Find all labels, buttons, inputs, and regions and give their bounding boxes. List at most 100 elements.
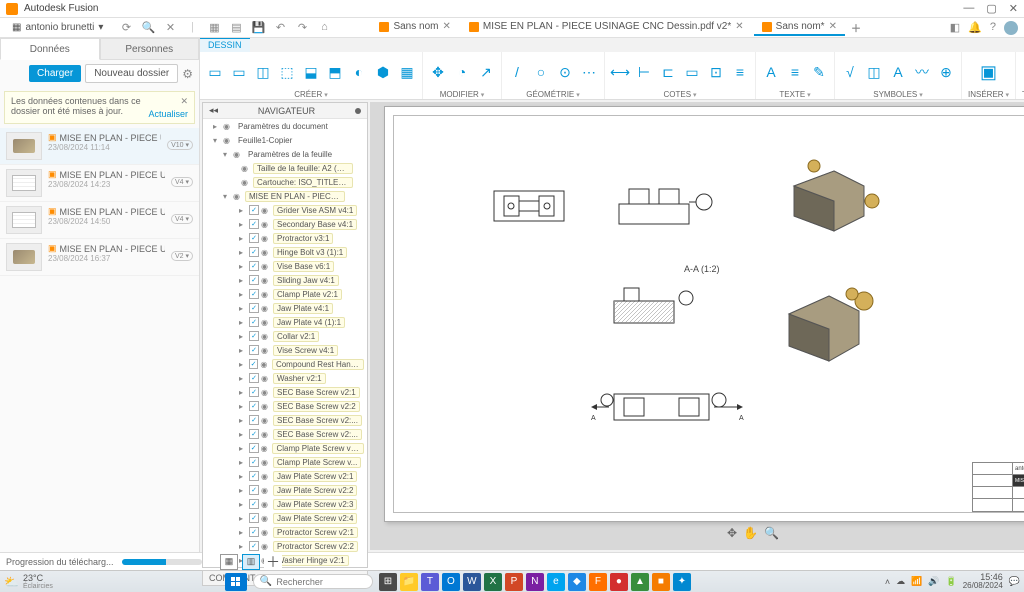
onenote-icon[interactable]: N [526,573,544,591]
close-icon[interactable]: ✕ [163,21,177,34]
visibility-checkbox[interactable]: ✓ [249,233,259,243]
ribbon-tool[interactable]: A [889,63,907,81]
app-icon[interactable]: ▲ [631,573,649,591]
expand-icon[interactable]: ▸ [239,500,247,509]
eye-icon[interactable]: ◉ [241,178,251,187]
eye-icon[interactable]: ◉ [261,276,271,285]
excel-icon[interactable]: X [484,573,502,591]
explorer-icon[interactable]: 📁 [400,573,418,591]
tree-node[interactable]: ▸✓◉SEC Base Screw v2:... [203,413,367,427]
ribbon-tool[interactable]: ○ [532,63,550,81]
tree-node[interactable]: ▾◉MISE EN PLAN - PIECE USINAGE CN... [203,189,367,203]
ribbon-tool[interactable]: ≡ [786,63,804,81]
ribbon-tool[interactable]: ≡ [731,63,749,81]
browser-tree[interactable]: ▸◉Paramètres du document▾◉Feuille1-Copie… [203,119,367,567]
tree-node[interactable]: ▸✓◉Jaw Plate Screw v2:2 [203,483,367,497]
tree-node[interactable]: ▸✓◉Clamp Plate Screw v... [203,455,367,469]
tree-node[interactable]: ▸✓◉Jaw Plate Screw v2:1 [203,469,367,483]
tree-node[interactable]: ▸✓◉Sliding Jaw v4:1 [203,273,367,287]
expand-icon[interactable]: ▸ [239,276,247,285]
viewport-plan-section[interactable]: AA [589,376,749,436]
tab-people[interactable]: Personnes [100,38,200,60]
taskbar-search[interactable]: 🔍 [253,574,373,589]
visibility-checkbox[interactable]: ✓ [249,429,259,439]
tree-node[interactable]: ▸✓◉Protractor Screw v2:1 [203,525,367,539]
expand-icon[interactable]: ▸ [239,458,247,467]
weather-widget[interactable]: ⛅ 23°C Éclaircies [4,573,53,590]
expand-icon[interactable]: ▸ [239,430,247,439]
tree-node[interactable]: ▸✓◉Jaw Plate v4:1 [203,301,367,315]
viewport-iso-1[interactable] [764,146,894,246]
ribbon-group-label[interactable]: INSÉRER [968,90,1009,99]
ribbon-tool[interactable]: 〰 [913,63,931,81]
help-icon[interactable]: ? [990,21,996,35]
tree-node[interactable]: ▸✓◉Collar v2:1 [203,329,367,343]
eye-icon[interactable]: ◉ [223,136,233,145]
eye-icon[interactable]: ◉ [261,430,271,439]
tree-node[interactable]: ▸✓◉Washer v2:1 [203,371,367,385]
ribbon-group-label[interactable]: GÉOMÉTRIE [526,90,579,99]
home-icon[interactable]: ⌂ [317,21,331,34]
viewport-top[interactable] [484,176,574,236]
document-tab[interactable]: MISE EN PLAN - PIECE USINAGE CNC Dessin.… [461,19,752,36]
app-icon[interactable]: ✦ [673,573,691,591]
gear-icon[interactable]: ⚙ [182,67,193,81]
new-folder-button[interactable]: Nouveau dossier [85,64,178,83]
expand-icon[interactable]: ▸ [239,374,247,383]
orbit-icon[interactable]: ✥ [727,526,737,540]
cloud-icon[interactable]: ☁ [896,576,905,587]
ribbon-tool[interactable]: ⊢ [635,63,653,81]
file-item[interactable]: ▣MISE EN PLAN - PIECE USINAGE CN...23/08… [0,202,199,239]
minimize-button[interactable]: — [963,2,974,15]
expand-icon[interactable]: ▸ [239,514,247,523]
tree-node[interactable]: ◉Taille de la feuille: A2 (594m... [203,161,367,175]
ribbon-tool[interactable]: ◫ [865,63,883,81]
tree-node[interactable]: ▸✓◉Hinge Bolt v3 (1):1 [203,245,367,259]
expand-icon[interactable]: ▸ [239,402,247,411]
edge-icon[interactable]: e [547,573,565,591]
ribbon-tool[interactable]: ⬒ [326,63,344,81]
ribbon-tool[interactable]: ▭ [206,63,224,81]
teams-icon[interactable]: T [421,573,439,591]
ribbon-tab-drawing[interactable]: DESSIN [200,38,250,52]
ribbon-tool[interactable]: / [508,63,526,81]
eye-icon[interactable]: ◉ [261,444,271,453]
eye-icon[interactable]: ◉ [261,542,271,551]
drawing-canvas[interactable]: A-A (1:2) AA [370,102,1024,550]
start-button[interactable] [225,573,247,591]
visibility-checkbox[interactable]: ✓ [249,387,259,397]
expand-icon[interactable]: ▸ [239,486,247,495]
tree-node[interactable]: ▸✓◉Jaw Plate v4 (1):1 [203,315,367,329]
taskview-icon[interactable]: ⊞ [379,573,397,591]
visibility-checkbox[interactable]: ✓ [249,499,259,509]
powerpoint-icon[interactable]: P [505,573,523,591]
search-input[interactable] [276,577,366,587]
eye-icon[interactable]: ◉ [261,206,271,215]
eye-icon[interactable]: ◉ [261,374,271,383]
app-icon[interactable]: ◆ [568,573,586,591]
ribbon-tool[interactable]: √ [841,63,859,81]
expand-icon[interactable]: ▾ [223,150,231,159]
refresh-icon[interactable]: ⟳ [119,21,133,34]
file-item[interactable]: ▣MISE EN PLAN - PIECE USINAGE CN...23/08… [0,239,199,276]
expand-icon[interactable]: ▸ [239,346,247,355]
ribbon-group-label[interactable]: CRÉER [294,90,327,99]
ribbon-tool[interactable]: ⊙ [556,63,574,81]
title-block[interactable]: antonio brunetti 23/08/2024 MISE EN PLAN… [972,462,1024,512]
ribbon-tool[interactable]: ⟷ [611,63,629,81]
word-icon[interactable]: W [463,573,481,591]
outlook-icon[interactable]: O [442,573,460,591]
dismiss-icon[interactable]: ✕ [180,96,188,107]
browser-options-icon[interactable] [355,108,361,114]
eye-icon[interactable]: ◉ [261,234,271,243]
tree-node[interactable]: ◉Cartouche: ISO_TITLEBLOCK [203,175,367,189]
fusion-icon[interactable]: F [589,573,607,591]
save-icon[interactable]: 💾 [251,21,265,34]
notification-icon[interactable]: 💬 [1009,576,1020,587]
visibility-checkbox[interactable]: ✓ [249,401,259,411]
expand-icon[interactable]: ▸ [239,416,247,425]
visibility-checkbox[interactable]: ✓ [249,331,259,341]
tree-node[interactable]: ▸◉Paramètres du document [203,119,367,133]
viewport-front[interactable] [604,174,724,236]
document-tab[interactable]: Sans nom✕ [371,19,458,36]
